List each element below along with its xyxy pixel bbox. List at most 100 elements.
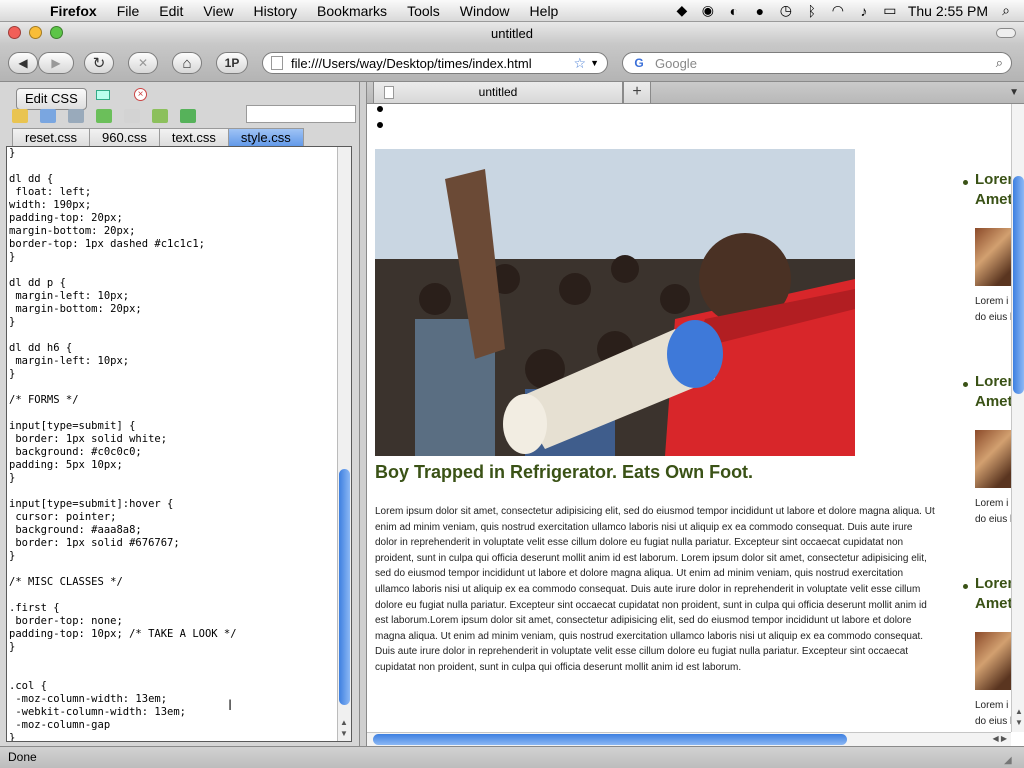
side-story-text: Lorem i consect do eius labore e [975,296,1011,323]
page-horizontal-scrollbar[interactable]: ◀ ▶ [367,732,1011,746]
search-icon[interactable]: ⌕ [996,55,1003,71]
menu-tools[interactable]: Tools [397,3,450,19]
css-file-tabs: reset.css 960.css text.css style.css [0,128,360,148]
css-code[interactable]: } dl dd { float: left; width: 190px; pad… [7,147,351,741]
url-bar[interactable]: file:///Users/way/Desktop/times/index.ht… [262,52,608,74]
tab-list-icon[interactable]: ▼ [1009,87,1019,98]
menu-firefox[interactable]: Firefox [40,3,107,19]
tab-style-css[interactable]: style.css [227,128,304,147]
url-text[interactable]: file:///Users/way/Desktop/times/index.ht… [291,56,574,71]
article-body: Lorem ipsum dolor sit amet, consectetur … [375,506,935,673]
page-vertical-scrollbar[interactable]: ▲ ▼ [1011,104,1024,732]
side-story-bullet [963,584,968,589]
menu-file[interactable]: File [107,3,150,19]
minimize-window-button[interactable] [29,26,42,39]
hero-photo[interactable] [375,149,855,456]
page-vertical-scroll-thumb[interactable] [1013,176,1024,394]
sidebar-stories: Lorem Amet Lorem i consect do eius labor… [963,170,1011,730]
navigation-toolbar: ◀ ▶ ↻ ✕ ⌂ 1P file:///Users/way/Desktop/t… [0,44,1024,82]
zoom-window-button[interactable] [50,26,63,39]
close-window-button[interactable] [8,26,21,39]
disk-icon[interactable]: ◉ [700,2,716,19]
menu-bookmarks[interactable]: Bookmarks [307,3,397,19]
back-button[interactable]: ◀ [8,52,38,74]
open-folder-icon[interactable] [12,109,28,123]
browser-tab-title[interactable]: untitled [479,85,518,99]
toolbar-toggle-button[interactable] [996,28,1016,38]
sidebar-header: Edit CSS × [0,82,360,110]
side-story-thumbnail[interactable] [975,228,1011,286]
badge-icon[interactable]: ● [752,3,768,19]
menu-help[interactable]: Help [520,3,569,19]
article-headline[interactable]: Boy Trapped in Refrigerator. Eats Own Fo… [375,462,753,483]
page-icon [271,56,283,70]
side-story-title[interactable]: Lorem Amet [975,574,1011,614]
page-vertical-scroll-arrows[interactable]: ▲ ▼ [1013,706,1024,728]
wifi-icon[interactable]: ◠ [830,2,846,19]
menu-bar: Firefox File Edit View History Bookmarks… [0,0,1024,22]
page-horizontal-scroll-thumb[interactable] [373,734,847,745]
editor-scroll-arrows[interactable]: ▲ ▼ [338,717,350,739]
side-story-title[interactable]: Lorem Amet [975,372,1011,412]
url-dropdown-icon[interactable]: ▼ [590,58,599,68]
new-tab-button[interactable]: + [623,82,651,104]
edit-css-sidebar: Edit CSS × reset.css 960.css text.css st… [0,82,360,746]
hero-photo-drawing [375,149,855,456]
volume-icon[interactable]: ♪ [856,3,872,19]
search-bar[interactable]: G Google ⌕ [622,52,1012,74]
side-story-text: Lorem i consect do eius labore e [975,498,1011,525]
tab-page-icon [384,86,394,99]
sidebar-filter-input[interactable] [246,105,356,123]
status-text: Done [8,750,37,764]
page-horizontal-scroll-arrows[interactable]: ◀ ▶ [992,733,1007,745]
browser-tab[interactable]: untitled [373,82,623,104]
list-bullet [377,122,383,128]
menu-clock[interactable]: Thu 2:55 PM [908,3,988,19]
wand-icon[interactable] [68,109,84,123]
editor-scrollbar[interactable]: ▲ ▼ [337,147,351,741]
window-title: untitled [491,25,533,41]
status-bar: Done ◢ [0,746,1024,768]
bluetooth-icon[interactable]: ᛒ [804,3,820,19]
refresh-icon[interactable] [96,109,112,123]
editor-scroll-thumb[interactable] [339,469,350,705]
web-page: Boy Trapped in Refrigerator. Eats Own Fo… [367,104,1011,738]
bookmark-star-icon[interactable]: ☆ [574,55,587,72]
side-story-thumbnail[interactable] [975,430,1011,488]
search-engine-icon[interactable]: G [629,55,649,71]
forward-button[interactable]: ▶ [38,52,74,74]
resize-grip-icon[interactable]: ◢ [1004,751,1018,766]
sidebar-close-button[interactable]: × [134,88,147,101]
tab-reset-css[interactable]: reset.css [12,128,91,147]
stop-button[interactable]: ✕ [128,52,158,74]
moon-icon[interactable]: ◐ [726,3,742,19]
onepassword-button[interactable]: 1P [216,52,248,74]
spotlight-icon[interactable]: ⌕ [998,2,1014,19]
window-controls [8,26,63,39]
list-bullet [377,106,383,112]
sidebar-mode-icon[interactable] [96,90,110,100]
reload-button[interactable]: ↻ [84,52,114,74]
menu-extras: ◆ ◉ ◐ ● ◷ ᛒ ◠ ♪ ▭ Thu 2:55 PM ⌕ [674,2,1024,19]
blank-tool-icon [124,109,140,123]
side-story-bullet [963,180,968,185]
battery-icon[interactable]: ▭ [882,2,898,19]
home-button[interactable]: ⌂ [172,52,202,74]
menu-view[interactable]: View [193,3,243,19]
side-story-thumbnail[interactable] [975,632,1011,690]
menu-window[interactable]: Window [450,3,520,19]
menu-edit[interactable]: Edit [149,3,193,19]
import-icon[interactable] [152,109,168,123]
download-icon[interactable] [180,109,196,123]
save-icon[interactable] [40,109,56,123]
tab-text-css[interactable]: text.css [158,128,229,147]
tab-960-css[interactable]: 960.css [89,128,160,147]
time-machine-icon[interactable]: ◷ [778,2,794,19]
menu-history[interactable]: History [243,3,307,19]
search-placeholder[interactable]: Google [655,56,996,71]
side-story-title[interactable]: Lorem Amet [975,170,1011,210]
css-editor[interactable]: } dl dd { float: left; width: 190px; pad… [6,146,352,742]
browser-content: untitled + ▼ Boy Trapped in Refrigerator… [366,82,1024,746]
dropbox-icon[interactable]: ◆ [674,2,690,19]
window-titlebar: untitled [0,22,1024,44]
